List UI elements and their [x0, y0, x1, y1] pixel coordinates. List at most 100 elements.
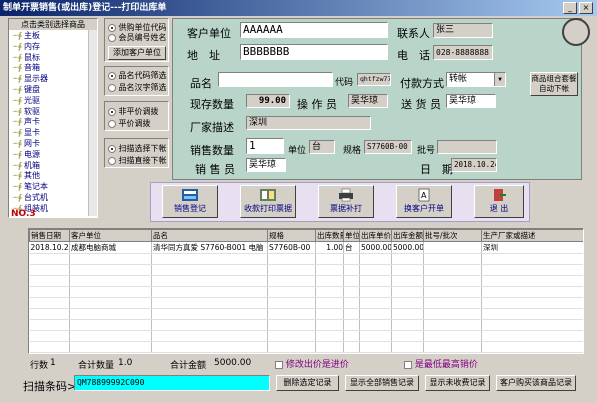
seller-input[interactable]: 吴华琼	[246, 158, 286, 172]
show-unpaid-button[interactable]: 显示未收费记录	[425, 375, 490, 391]
tree-item[interactable]: ┄∮ 光驱	[13, 96, 85, 107]
empty-row	[29, 297, 583, 309]
tree-item-label: 内存	[23, 41, 40, 51]
contact-input[interactable]: 张三	[433, 23, 493, 38]
column-header[interactable]: 出库数量	[315, 229, 344, 242]
customer-history-button[interactable]: 客户购买该商品记录	[496, 375, 576, 391]
radio-flat-price[interactable]: 平价调拨	[108, 118, 151, 129]
exit-button[interactable]: 退 出	[474, 185, 524, 218]
radio-member-no[interactable]: 会员编号姓名	[108, 32, 167, 43]
address-input[interactable]: BBBBBBB	[240, 44, 388, 60]
delivery-input[interactable]: 吴华琼	[446, 94, 496, 108]
empty-row	[29, 264, 583, 276]
combo-auto-button[interactable]: 商品组合套餐自动下帐	[530, 72, 578, 96]
change-customer-button[interactable]: A 换客户开单	[396, 185, 452, 218]
radio-scan-select[interactable]: 扫描选择下帐	[108, 143, 167, 154]
close-button[interactable]: ×	[579, 2, 593, 14]
status-circle-icon[interactable]	[562, 18, 590, 46]
register-icon	[182, 189, 198, 201]
tree-item-label: 显示器	[23, 74, 48, 84]
tree-item[interactable]: ┄∮ 主板	[13, 31, 85, 42]
show-all-sales-button[interactable]: 显示全部销售记录	[345, 375, 419, 391]
tree-item[interactable]: ┄∮ 软驱	[13, 107, 85, 118]
column-header[interactable]: 出库单价	[359, 229, 392, 242]
operator-input[interactable]: 吴华琼	[348, 94, 388, 108]
table-cell	[481, 286, 583, 298]
radio-product-code[interactable]: 品名代码筛选	[108, 70, 167, 81]
column-header[interactable]: 生产厂家或描述	[481, 229, 583, 242]
total-amount-value: 5000.00	[214, 358, 252, 368]
spec-input[interactable]: S7760B-00	[364, 140, 412, 154]
product-input[interactable]	[218, 72, 333, 87]
check-min-max-price[interactable]: 是最低最高销价	[404, 357, 478, 370]
sales-register-button[interactable]: 销售登记	[162, 185, 218, 218]
record-number: NO.3	[11, 209, 36, 219]
table-cell	[29, 330, 70, 342]
table-cell	[343, 253, 360, 265]
radio-dot-icon	[108, 156, 116, 165]
leaf-icon: ┄∮	[13, 171, 22, 181]
tree-scrollbar[interactable]	[88, 30, 97, 216]
column-header[interactable]: 品名	[151, 229, 268, 242]
tree-item[interactable]: ┄∮ 内存	[13, 42, 85, 53]
batch-input[interactable]	[437, 140, 497, 154]
radio-product-chinese[interactable]: 品名汉字筛选	[108, 82, 167, 93]
tree-item[interactable]: ┄∮ 显示器	[13, 74, 85, 85]
table-cell	[423, 319, 482, 331]
column-header[interactable]: 客户单位	[69, 229, 152, 242]
unit-input[interactable]: 台	[309, 140, 335, 154]
radio-non-flat-price[interactable]: 非平价调拨	[108, 106, 159, 117]
table-cell	[151, 330, 268, 342]
column-header[interactable]: 规格	[267, 229, 316, 242]
tree-item[interactable]: ┄∮ 声卡	[13, 117, 85, 128]
radio-dot-icon	[108, 144, 116, 153]
column-header[interactable]: 单位	[343, 229, 360, 242]
table-cell	[343, 341, 360, 353]
column-header[interactable]: 出库金额	[391, 229, 424, 242]
tree-item[interactable]: ┄∮ 台式机	[13, 193, 85, 204]
customer-input[interactable]: AAAAAA	[240, 22, 388, 38]
table-row[interactable]: 2018.10.24 成都电脑商城 清华同方真爱 S7760-B001 电脑 S776…	[29, 241, 583, 254]
column-header[interactable]: 销售日期	[29, 229, 70, 242]
empty-row	[29, 330, 583, 342]
table-cell	[359, 319, 392, 331]
table-cell	[267, 297, 316, 309]
tree-item[interactable]: ┄∮ 键盘	[13, 85, 85, 96]
check-modify-price[interactable]: 修改出价是进价	[275, 357, 349, 370]
tree-item[interactable]: ┄∮ 鼠标	[13, 53, 85, 64]
minimize-button[interactable]: _	[563, 2, 577, 14]
reprint-button[interactable]: 票据补打	[318, 185, 374, 218]
table-cell: 5000.00	[359, 241, 392, 254]
payment-label: 付款方式	[400, 77, 444, 90]
table-cell: 1.00	[315, 241, 344, 254]
delete-record-button[interactable]: 删除选定记录	[276, 375, 339, 391]
table-cell: 5000.00	[391, 241, 424, 254]
window-title: 制单开票销售(或出库)登记---打印出库单	[3, 3, 167, 13]
tree-item[interactable]: ┄∮ 音箱	[13, 63, 85, 74]
phone-input[interactable]: 028-8888888	[433, 45, 493, 60]
qty-input[interactable]: 1	[246, 138, 284, 154]
table-cell	[423, 286, 482, 298]
table-cell: 深圳	[481, 241, 583, 254]
payment-select[interactable]: 转帐 ▼	[446, 72, 506, 87]
tree-item[interactable]: ┄∮ 笔记本	[13, 182, 85, 193]
tree-item[interactable]: ┄∮ 网卡	[13, 139, 85, 150]
tree-item[interactable]: ┄∮ 显卡	[13, 128, 85, 139]
tree-item[interactable]: ┄∮ 电源	[13, 150, 85, 161]
code-input[interactable]: qhtfzw77	[357, 73, 391, 86]
collect-print-button[interactable]: 收款打印票据	[240, 185, 296, 218]
column-header[interactable]: 批号/批次	[423, 229, 482, 242]
leaf-icon: ┄∮	[13, 160, 22, 170]
date-input[interactable]: 2018.10.24	[451, 158, 497, 172]
chevron-down-icon[interactable]: ▼	[494, 73, 505, 86]
table-cell	[423, 330, 482, 342]
maker-input[interactable]: 深圳	[246, 116, 371, 130]
add-customer-button[interactable]: 添加客户单位	[108, 46, 166, 60]
checkbox-icon	[404, 360, 412, 369]
radio-scan-direct[interactable]: 扫描直接下帐	[108, 155, 167, 166]
tree-item[interactable]: ┄∮ 其他	[13, 171, 85, 182]
table-cell: 清华同方真爱 S7760-B001 电脑	[151, 241, 268, 254]
tree-item[interactable]: ┄∮ 机箱	[13, 161, 85, 172]
barcode-input[interactable]: QM78899992C090	[74, 375, 270, 391]
table-cell	[151, 308, 268, 320]
